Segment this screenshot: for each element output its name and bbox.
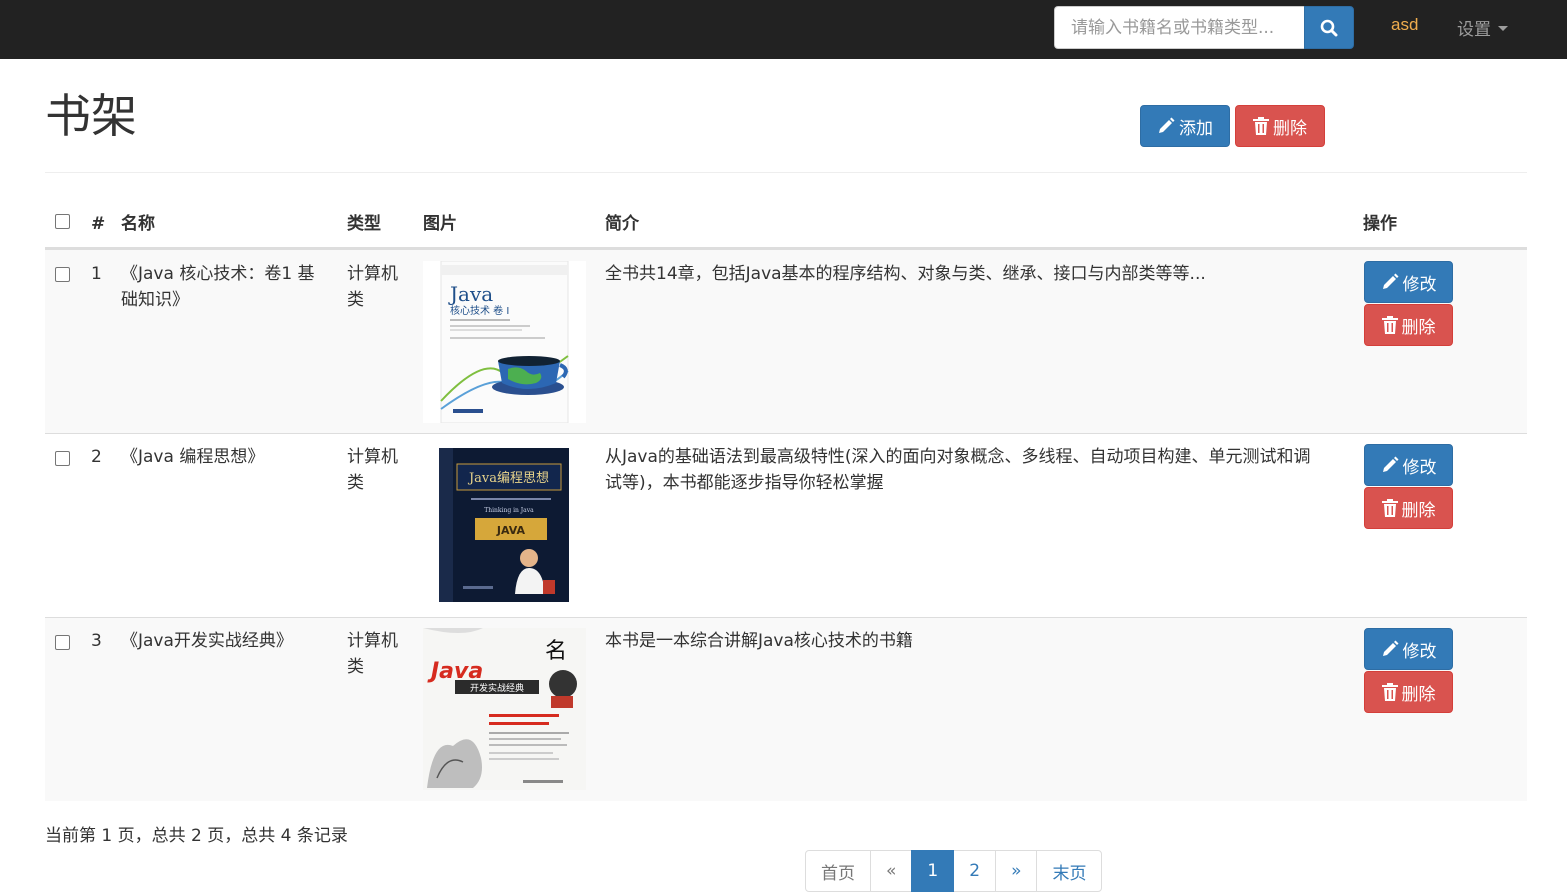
book-type-line: 计算机 bbox=[347, 264, 398, 284]
book-cover-image: Java编程思想 Thinking in Java JAVA bbox=[423, 444, 586, 606]
book-type: 计算机 类 bbox=[347, 444, 398, 496]
select-all-checkbox[interactable] bbox=[55, 214, 70, 229]
book-description: 从Java的基础语法到最高级特性(深入的面向对象概念、多线程、自动项目构建、单元… bbox=[605, 444, 1340, 496]
column-header-id: # bbox=[91, 214, 106, 234]
pagination-next[interactable]: » bbox=[995, 850, 1038, 892]
delete-button-label: 删除 bbox=[1401, 684, 1436, 705]
bulk-delete-button[interactable]: 删除 bbox=[1235, 105, 1325, 147]
pagination-info: 当前第 1 页，总共 2 页，总共 4 条记录 bbox=[45, 826, 348, 846]
edit-button[interactable]: 修改 bbox=[1364, 261, 1453, 303]
table-header-row: # 名称 类型 图片 简介 操作 bbox=[45, 197, 1527, 249]
pagination-page-1[interactable]: 1 bbox=[911, 850, 955, 892]
edit-button-label: 修改 bbox=[1402, 274, 1437, 295]
column-header-description: 简介 bbox=[605, 214, 639, 234]
delete-button[interactable]: 删除 bbox=[1364, 304, 1453, 346]
cover-text: JAVA bbox=[496, 524, 526, 537]
book-name: 《Java 编程思想》 bbox=[121, 444, 331, 470]
row-checkbox[interactable] bbox=[55, 451, 70, 466]
trash-icon bbox=[1253, 117, 1269, 135]
settings-dropdown[interactable]: 设置 bbox=[1457, 15, 1508, 40]
delete-button[interactable]: 删除 bbox=[1364, 487, 1453, 529]
bulk-delete-label: 删除 bbox=[1273, 118, 1307, 139]
edit-button[interactable]: 修改 bbox=[1364, 628, 1453, 670]
book-name-line: 础知识》 bbox=[121, 290, 189, 310]
user-name-link[interactable]: asd bbox=[1391, 15, 1418, 35]
column-header-type: 类型 bbox=[347, 214, 381, 234]
caret-down-icon bbox=[1498, 26, 1508, 31]
book-name-line: 《Java 编程思想》 bbox=[121, 447, 265, 467]
edit-button-label: 修改 bbox=[1402, 457, 1437, 478]
book-id: 1 bbox=[91, 264, 102, 284]
description-line: 本书是一本综合讲解Java核心技术的书籍 bbox=[605, 631, 913, 651]
description-line: 全书共14章，包括Java基本的程序结构、对象与类、继承、接口与内部类等等... bbox=[605, 264, 1206, 284]
book-cover-image: Java 开发实战经典 名 bbox=[423, 628, 586, 790]
settings-label: 设置 bbox=[1457, 20, 1491, 40]
book-name-line: 《Java 核心技术：卷1 基 bbox=[121, 264, 315, 284]
pencil-icon bbox=[1159, 117, 1175, 133]
book-id: 2 bbox=[91, 447, 102, 467]
books-table: # 名称 类型 图片 简介 操作 1 《Java 核心技术：卷1 基 础知识》 … bbox=[45, 197, 1527, 801]
cover-text: 核心技术 卷 I bbox=[450, 304, 509, 317]
delete-button-label: 删除 bbox=[1401, 500, 1436, 521]
book-type: 计算机 类 bbox=[347, 628, 398, 680]
trash-icon bbox=[1381, 316, 1398, 334]
add-button-label: 添加 bbox=[1179, 118, 1213, 139]
book-type-line: 类 bbox=[347, 473, 364, 493]
cover-text: 开发实战经典 bbox=[470, 682, 524, 694]
table-row: 1 《Java 核心技术：卷1 基 础知识》 计算机 类 Java 核心技术 卷… bbox=[45, 249, 1527, 433]
book-type-line: 计算机 bbox=[347, 447, 398, 467]
add-book-button[interactable]: 添加 bbox=[1140, 105, 1230, 147]
book-description: 本书是一本综合讲解Java核心技术的书籍 bbox=[605, 628, 1340, 654]
book-cover-image: Java 核心技术 卷 I bbox=[423, 261, 586, 423]
trash-icon bbox=[1381, 683, 1398, 701]
edit-button-label: 修改 bbox=[1402, 641, 1437, 662]
book-name: 《Java开发实战经典》 bbox=[121, 628, 331, 654]
row-checkbox[interactable] bbox=[55, 267, 70, 282]
column-header-image: 图片 bbox=[423, 214, 457, 234]
book-type-line: 类 bbox=[347, 657, 364, 677]
pencil-icon bbox=[1382, 640, 1398, 656]
delete-button[interactable]: 删除 bbox=[1364, 671, 1453, 713]
pencil-icon bbox=[1382, 456, 1398, 472]
book-type: 计算机 类 bbox=[347, 261, 398, 313]
book-id: 3 bbox=[91, 631, 102, 651]
cover-text: Thinking in Java bbox=[484, 507, 534, 514]
cover-text: Java bbox=[448, 282, 493, 306]
column-header-name: 名称 bbox=[121, 214, 155, 234]
top-navbar: asd 设置 bbox=[0, 0, 1567, 59]
book-type-line: 类 bbox=[347, 290, 364, 310]
cover-text: 名 bbox=[545, 639, 567, 664]
trash-icon bbox=[1381, 499, 1398, 517]
book-name: 《Java 核心技术：卷1 基 础知识》 bbox=[121, 261, 331, 313]
book-type-line: 计算机 bbox=[347, 631, 398, 651]
pagination-page-2[interactable]: 2 bbox=[953, 850, 997, 892]
pagination-prev[interactable]: « bbox=[870, 850, 913, 892]
row-checkbox[interactable] bbox=[55, 635, 70, 650]
edit-button[interactable]: 修改 bbox=[1364, 444, 1453, 486]
header-divider bbox=[45, 172, 1527, 173]
book-name-line: 《Java开发实战经典》 bbox=[121, 631, 293, 651]
search-input[interactable] bbox=[1054, 6, 1305, 49]
pencil-icon bbox=[1382, 273, 1398, 289]
search-icon bbox=[1320, 19, 1338, 36]
delete-button-label: 删除 bbox=[1401, 317, 1436, 338]
table-row: 2 《Java 编程思想》 计算机 类 Java编程思想 Thinking in… bbox=[45, 433, 1527, 617]
description-line: 试等)，本书都能逐步指导你轻松掌握 bbox=[605, 473, 884, 493]
pagination-first[interactable]: 首页 bbox=[805, 850, 871, 892]
description-line: 从Java的基础语法到最高级特性(深入的面向对象概念、多线程、自动项目构建、单元… bbox=[605, 447, 1311, 467]
cover-text: Java编程思想 bbox=[467, 470, 549, 486]
book-description: 全书共14章，包括Java基本的程序结构、对象与类、继承、接口与内部类等等... bbox=[605, 261, 1340, 287]
search-button[interactable] bbox=[1304, 6, 1354, 49]
page-title: 书架 bbox=[45, 89, 137, 143]
pagination-last[interactable]: 末页 bbox=[1036, 850, 1103, 892]
pagination: 首页 « 1 2 » 末页 bbox=[805, 850, 1103, 892]
table-row: 3 《Java开发实战经典》 计算机 类 Java 开发实战经典 名 本书是一本… bbox=[45, 617, 1527, 801]
column-header-actions: 操作 bbox=[1363, 214, 1397, 234]
